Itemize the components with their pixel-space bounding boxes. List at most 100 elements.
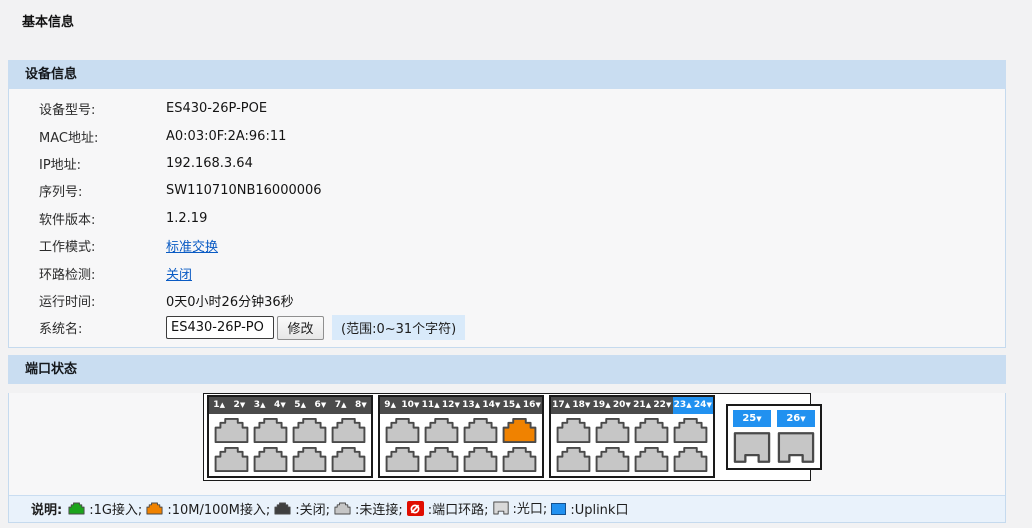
sfp-port-icon: [733, 431, 771, 464]
rj45-port-icon: [330, 417, 367, 444]
sfp-port-icon: [493, 501, 509, 515]
port-header-14: 14▼: [481, 397, 501, 414]
port-header-20: 20▼: [612, 397, 632, 414]
legend-item-text: :端口环路;: [428, 499, 489, 518]
legend-1g-icon: [68, 502, 85, 515]
port-4: [252, 446, 289, 473]
rj45-port-icon: [252, 446, 289, 473]
port-17: [555, 417, 592, 444]
legend-item-text: :10M/100M接入;: [167, 499, 270, 518]
sysname-range-hint: (范围:0~31个字符): [332, 315, 465, 340]
ip-label: IP地址:: [9, 154, 166, 173]
port-16: [501, 446, 538, 473]
port-header-23: 23▲: [673, 397, 693, 414]
port-15: [501, 417, 538, 444]
legend-item-text: :光口;: [513, 498, 548, 517]
rj45-port-icon: [146, 502, 163, 515]
rj45-port-icon: [501, 417, 538, 444]
rj45-port-icon: [501, 446, 538, 473]
firmware-label: 软件版本:: [9, 209, 166, 228]
legend-item-text: :1G接入;: [89, 499, 142, 518]
port-header-19: 19▲: [592, 397, 612, 414]
rj45-port-icon: [594, 417, 631, 444]
legend-label: 说明:: [31, 499, 62, 518]
port-21: [633, 417, 670, 444]
port-header-13: 13▲: [461, 397, 481, 414]
port-10: [384, 446, 421, 473]
rj45-port-icon: [291, 417, 328, 444]
port-header-26: 26▼: [777, 410, 815, 427]
rj45-port-icon: [672, 446, 709, 473]
device-row-mac: MAC地址: A0:03:0F:2A:96:11: [9, 122, 1005, 149]
rj45-port-icon: [68, 502, 85, 515]
section-gap: [8, 348, 1006, 355]
port-diagram: 1▲2▼3▲4▼5▲6▼7▲8▼9▲10▼11▲12▼13▲14▼15▲16▼1…: [203, 393, 811, 481]
legend-items: :1G接入;:10M/100M接入;:关闭;:未连接;:端口环路;:光口;:Up…: [66, 498, 630, 519]
port-status-body: 1▲2▼3▲4▼5▲6▼7▲8▼9▲10▼11▲12▼13▲14▼15▲16▼1…: [8, 393, 1006, 523]
modify-button[interactable]: 修改: [277, 316, 324, 340]
loop-detect-link[interactable]: 关闭: [166, 264, 192, 283]
port-22: [633, 446, 670, 473]
legend-item: :光口;: [491, 498, 548, 517]
work-mode-link[interactable]: 标准交换: [166, 236, 218, 255]
port-header-8: 8▼: [351, 397, 371, 414]
sysname-input[interactable]: [166, 316, 274, 339]
port-header-15: 15▲: [502, 397, 522, 414]
port-header-12: 12▼: [441, 397, 461, 414]
port-header-9: 9▲: [380, 397, 400, 414]
device-model-value: ES430-26P-POE: [166, 101, 267, 116]
port-header-7: 7▲: [331, 397, 351, 414]
legend-item: :端口环路;: [405, 499, 489, 518]
rj45-port-icon: [423, 417, 460, 444]
port-header-5: 5▲: [290, 397, 310, 414]
port-header-21: 21▲: [632, 397, 652, 414]
rj45-port-icon: [633, 446, 670, 473]
port-13: [462, 417, 499, 444]
rj45-port-icon: [384, 446, 421, 473]
legend-uplink-icon: [551, 503, 566, 515]
port-group-body: [380, 414, 542, 476]
port-header-6: 6▼: [310, 397, 330, 414]
port-header-11: 11▲: [421, 397, 441, 414]
rj45-port-icon: [384, 417, 421, 444]
port-group-body: [551, 414, 713, 476]
mac-value: A0:03:0F:2A:96:11: [166, 129, 286, 144]
legend-100m-icon: [146, 502, 163, 515]
port-header-16: 16▼: [522, 397, 542, 414]
device-row-loop-detect: 环路检测: 关闭: [9, 259, 1005, 286]
port-25: [733, 431, 771, 464]
port-group-3: 17▲18▼19▲20▼21▲22▼23▲24▼: [549, 395, 715, 478]
port-8: [330, 446, 367, 473]
legend-disabled-icon: [274, 502, 291, 515]
port-26: [777, 431, 815, 464]
rj45-port-icon: [462, 417, 499, 444]
sysname-label: 系统名:: [9, 318, 166, 337]
port-group-body: [209, 414, 371, 476]
port-1: [213, 417, 250, 444]
device-row-firmware: 软件版本: 1.2.19: [9, 205, 1005, 232]
port-header-1: 1▲: [209, 397, 229, 414]
legend-item-text: :关闭;: [295, 499, 330, 518]
rj45-port-icon: [555, 446, 592, 473]
uptime-label: 运行时间:: [9, 291, 166, 310]
serial-value: SW110710NB16000006: [166, 183, 322, 198]
device-info-body: 设备型号: ES430-26P-POE MAC地址: A0:03:0F:2A:9…: [8, 89, 1006, 348]
device-row-model: 设备型号: ES430-26P-POE: [9, 95, 1005, 122]
port-12: [423, 446, 460, 473]
port-header-18: 18▼: [571, 397, 591, 414]
uptime-value: 0天0小时26分钟36秒: [166, 291, 294, 310]
device-row-work-mode: 工作模式: 标准交换: [9, 232, 1005, 259]
port-group-header: 1▲2▼3▲4▼5▲6▼7▲8▼: [209, 397, 371, 414]
work-mode-label: 工作模式:: [9, 236, 166, 255]
port-group-header: 17▲18▼19▲20▼21▲22▼23▲24▼: [551, 397, 713, 414]
port-group-header: 9▲10▼11▲12▼13▲14▼15▲16▼: [380, 397, 542, 414]
legend-item: :1G接入;: [66, 499, 142, 518]
page-title: 基本信息: [0, 0, 1032, 60]
port-23: [672, 417, 709, 444]
legend-item-text: :Uplink口: [570, 499, 628, 518]
port-9: [384, 417, 421, 444]
ip-value: 192.168.3.64: [166, 156, 253, 171]
port-2: [213, 446, 250, 473]
rj45-port-icon: [274, 502, 291, 515]
port-20: [594, 446, 631, 473]
